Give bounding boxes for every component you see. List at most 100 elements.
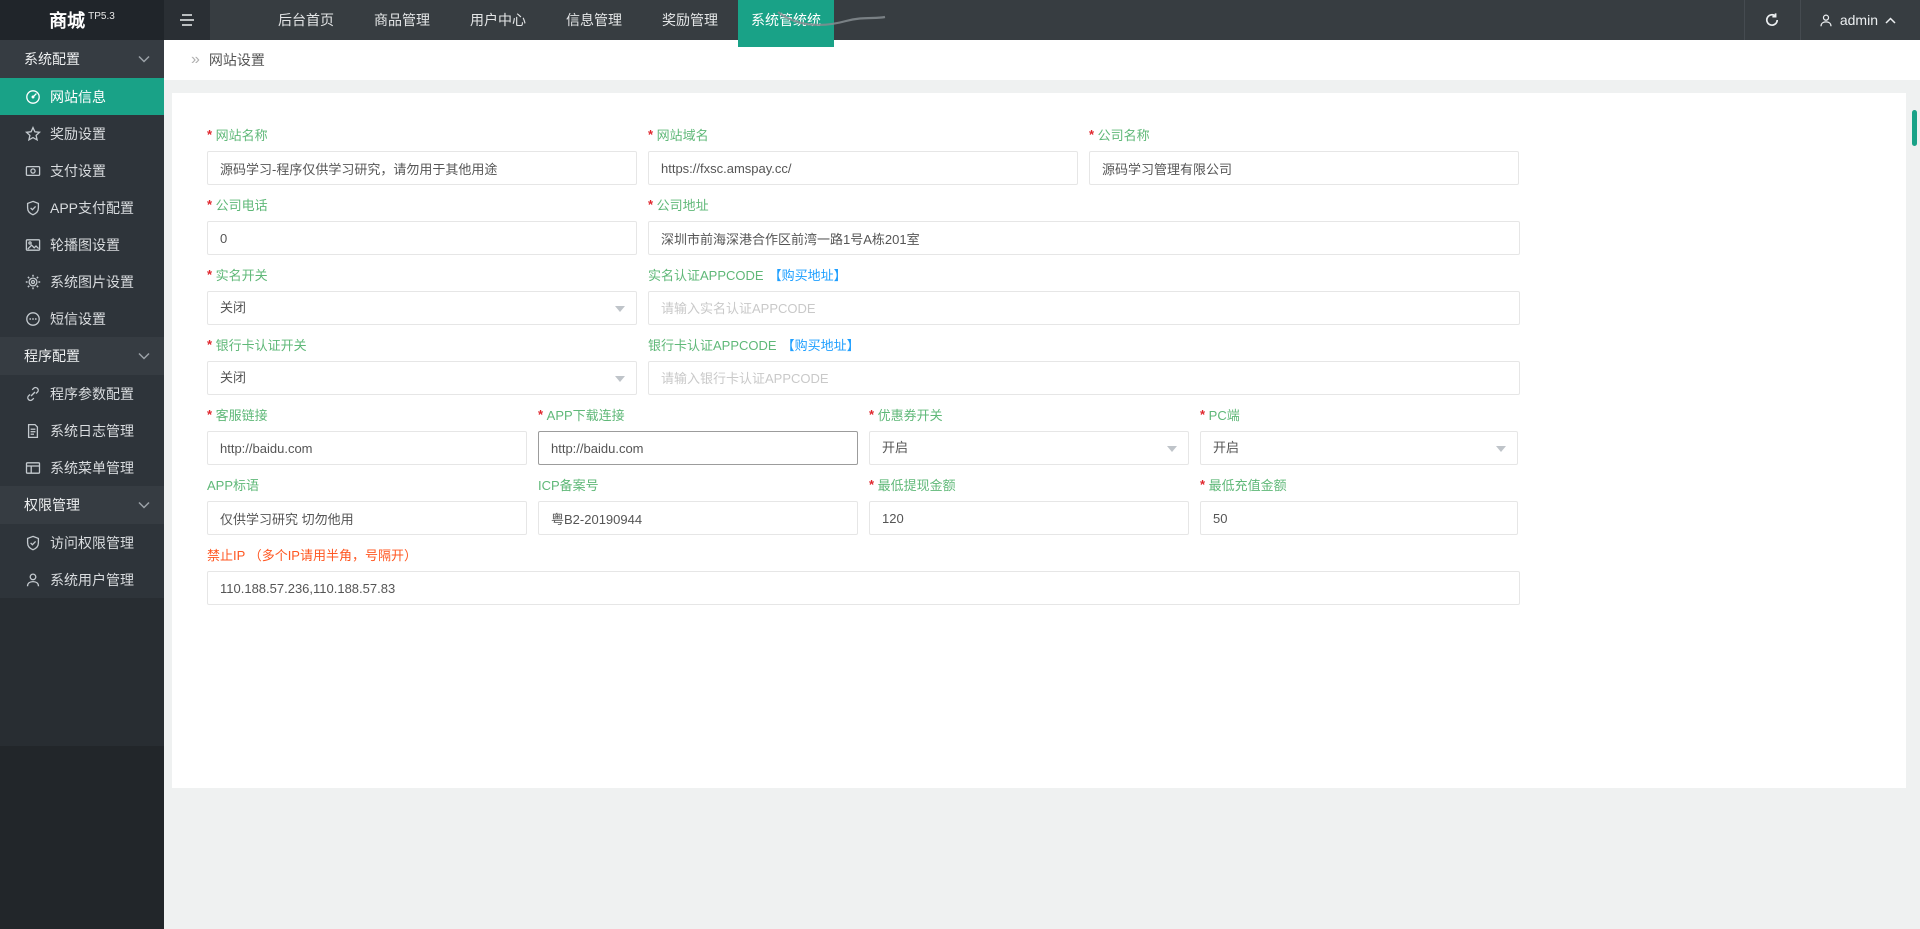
sidebar-item-label: 程序参数配置: [50, 385, 134, 402]
coupon-switch-select[interactable]: 开启: [869, 431, 1189, 465]
sidebar-item-program-params[interactable]: 程序参数配置: [0, 375, 164, 412]
sidebar-item-label: 短信设置: [50, 310, 106, 327]
sidebar-item-access-permission[interactable]: 访问权限管理: [0, 524, 164, 561]
sidebar-item-label: 网站信息: [50, 88, 106, 105]
refresh-icon: [1764, 12, 1780, 28]
breadcrumb: » 网站设置: [164, 40, 1920, 80]
realname-appcode-input[interactable]: [648, 291, 1520, 325]
dashboard-icon: [24, 89, 41, 105]
company-name-input[interactable]: [1089, 151, 1519, 185]
topbar: 商城TP5.3 后台首页 商品管理 用户中心 信息管理 奖励管理 系统管统统: [0, 0, 1920, 47]
field-site-name: 网站名称: [207, 128, 637, 185]
sidebar-item-site-info[interactable]: 网站信息: [0, 78, 164, 115]
banknote-icon: [24, 163, 41, 179]
select-value: 开启: [882, 440, 909, 455]
field-company-name: 公司名称: [1089, 128, 1519, 185]
sidebar-item-label: APP支付配置: [50, 199, 135, 216]
nav-item-users[interactable]: 用户中心: [450, 0, 546, 40]
field-coupon-switch: 优惠券开关 开启: [869, 408, 1189, 465]
bankcard-switch-select[interactable]: 关闭: [207, 361, 637, 395]
nav-item-reward[interactable]: 奖励管理: [642, 0, 738, 40]
sidebar-item-sms-settings[interactable]: 短信设置: [0, 300, 164, 337]
label-note: （多个IP请用半角，号隔开）: [248, 548, 417, 563]
field-label: ICP备案号: [538, 478, 599, 493]
sidebar-item-system-users[interactable]: 系统用户管理: [0, 561, 164, 598]
sidebar-item-system-logs[interactable]: 系统日志管理: [0, 412, 164, 449]
sidebar-item-label: 系统用户管理: [50, 571, 134, 588]
form-row-3: 实名开关 关闭 实名认证APPCODE 【购买地址】: [207, 268, 1906, 325]
sidebar: 系统配置 网站信息 奖励设置 支付设置 APP支付配置 轮播图设置 系统图片设置…: [0, 40, 164, 929]
menu-icon: [179, 13, 195, 27]
realname-switch-select[interactable]: 关闭: [207, 291, 637, 325]
chevron-down-icon: [615, 306, 625, 317]
topbar-right: admin: [1743, 0, 1920, 40]
buy-link[interactable]: 【购买地址】: [769, 268, 847, 283]
sidebar-item-reward-settings[interactable]: 奖励设置: [0, 115, 164, 152]
site-name-input[interactable]: [207, 151, 637, 185]
sidebar-item-label: 轮播图设置: [50, 236, 120, 253]
nav-item-home[interactable]: 后台首页: [258, 0, 354, 40]
menu-toggle-button[interactable]: [164, 0, 210, 40]
scrollbar-thumb[interactable]: [1912, 110, 1917, 146]
gear-icon: [24, 274, 41, 290]
bankcard-appcode-input[interactable]: [648, 361, 1520, 395]
field-icp-number: ICP备案号: [538, 478, 858, 535]
nav-item-system-active[interactable]: 系统管统统: [738, 0, 886, 47]
sidebar-section-permission[interactable]: 权限管理: [0, 486, 164, 524]
forbidden-ip-input[interactable]: [207, 571, 1520, 605]
pc-switch-select[interactable]: 开启: [1200, 431, 1518, 465]
field-label: 最低提现金额: [869, 478, 1189, 494]
company-phone-input[interactable]: [207, 221, 637, 255]
field-label: 最低充值金额: [1200, 478, 1518, 494]
app-version: TP5.3: [88, 10, 115, 22]
sidebar-section-program-config[interactable]: 程序配置: [0, 337, 164, 375]
sidebar-item-payment-settings[interactable]: 支付设置: [0, 152, 164, 189]
buy-link[interactable]: 【购买地址】: [782, 338, 860, 353]
sidebar-item-app-payment-config[interactable]: APP支付配置: [0, 189, 164, 226]
link-icon: [24, 386, 41, 402]
company-address-input[interactable]: [648, 221, 1520, 255]
section-label: 系统配置: [24, 51, 80, 67]
nav-item-goods[interactable]: 商品管理: [354, 0, 450, 40]
file-text-icon: [24, 423, 41, 439]
app-slogan-input[interactable]: [207, 501, 527, 535]
layout-icon: [24, 460, 41, 476]
field-label: 公司地址: [648, 198, 1520, 214]
section-label: 权限管理: [24, 497, 80, 513]
section-label: 程序配置: [24, 348, 80, 364]
sidebar-item-label: 奖励设置: [50, 125, 106, 142]
field-label: 客服链接: [207, 408, 527, 424]
icp-number-input[interactable]: [538, 501, 858, 535]
service-link-input[interactable]: [207, 431, 527, 465]
min-withdraw-input[interactable]: [869, 501, 1189, 535]
select-value: 关闭: [220, 370, 247, 385]
comment-dots-icon: [24, 311, 41, 327]
refresh-button[interactable]: [1743, 0, 1801, 40]
field-service-link: 客服链接: [207, 408, 527, 465]
settings-form-card: 网站名称 网站域名 公司名称 公司电话 公司地址: [172, 93, 1906, 788]
chevron-up-icon: [1885, 16, 1896, 24]
field-label: 银行卡认证开关: [207, 338, 637, 354]
field-label: 公司名称: [1089, 128, 1519, 144]
sidebar-section-system-config[interactable]: 系统配置: [0, 40, 164, 78]
nav-item-info[interactable]: 信息管理: [546, 0, 642, 40]
field-bankcard-appcode: 银行卡认证APPCODE 【购买地址】: [648, 338, 1520, 395]
field-label: APP标语: [207, 478, 260, 493]
sidebar-item-carousel-settings[interactable]: 轮播图设置: [0, 226, 164, 263]
user-menu[interactable]: admin: [1801, 0, 1920, 40]
label-text: 禁止IP: [207, 548, 246, 563]
sidebar-filler: [0, 598, 164, 746]
sidebar-item-label: 系统图片设置: [50, 273, 134, 290]
min-recharge-input[interactable]: [1200, 501, 1518, 535]
top-nav: 后台首页 商品管理 用户中心 信息管理 奖励管理 系统管统统: [258, 0, 886, 47]
app-download-input[interactable]: [538, 431, 858, 465]
sidebar-item-system-image-settings[interactable]: 系统图片设置: [0, 263, 164, 300]
user-icon: [24, 572, 41, 588]
sidebar-item-system-menu[interactable]: 系统菜单管理: [0, 449, 164, 486]
user-icon: [1819, 13, 1833, 28]
form-row-5: 客服链接 APP下载连接 优惠券开关 开启 PC端 开启: [207, 408, 1906, 465]
label-text: 实名认证APPCODE: [648, 268, 764, 283]
site-domain-input[interactable]: [648, 151, 1078, 185]
field-label: PC端: [1200, 408, 1518, 424]
main-content: 网站名称 网站域名 公司名称 公司电话 公司地址: [164, 80, 1920, 929]
